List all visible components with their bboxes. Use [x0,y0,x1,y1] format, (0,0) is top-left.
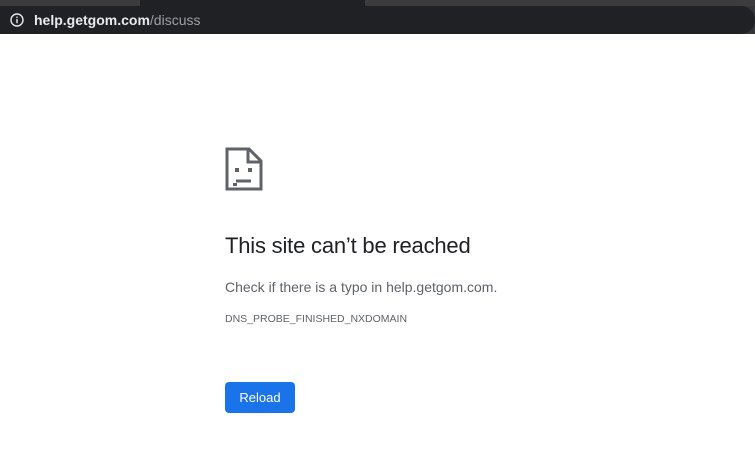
error-code: DNS_PROBE_FINISHED_NXDOMAIN [225,313,408,325]
page-title: This site can’t be reached [225,233,471,258]
error-message: Check if there is a typo in help.getgom.… [225,279,498,295]
omnibox[interactable]: help.getgom.com/discuss [0,6,755,34]
url-path[interactable]: /discuss [150,12,201,28]
url-host[interactable]: help.getgom.com [34,12,150,28]
error-content: This site can’t be reached Check if ther… [225,147,705,325]
reload-button[interactable]: Reload [225,382,295,413]
info-circle-icon[interactable] [8,11,26,29]
address-bar[interactable]: help.getgom.com/discuss [0,6,755,34]
sad-page-icon [225,147,263,191]
